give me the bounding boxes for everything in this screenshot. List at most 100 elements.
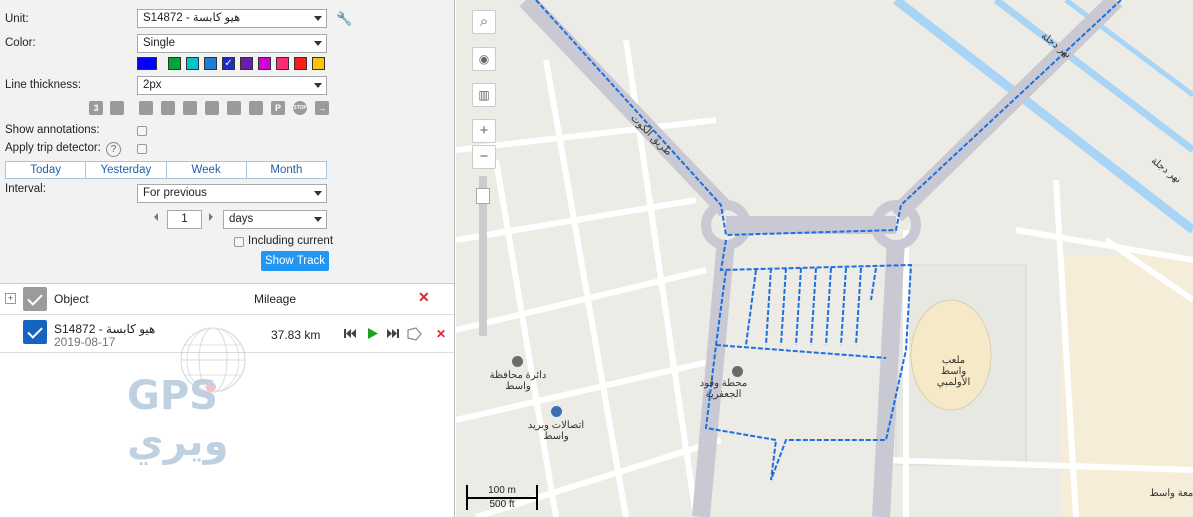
color-swatch[interactable]: [258, 57, 271, 70]
polygon-icon[interactable]: [407, 327, 422, 341]
chevron-down-icon: [314, 83, 322, 88]
poi-icon: [512, 356, 523, 367]
interval-count-value: 1: [181, 213, 188, 225]
stop-icon[interactable]: STOP: [293, 101, 307, 115]
including-current-checkbox[interactable]: [234, 237, 244, 247]
land-area: [1061, 255, 1193, 517]
color-select-value: Single: [143, 37, 175, 49]
minus-icon: −: [479, 148, 489, 165]
arrow-icon[interactable]: →: [315, 101, 329, 115]
search-icon: ⌕: [479, 13, 489, 30]
period-tabs: Today Yesterday Week Month: [5, 161, 327, 179]
color-swatch[interactable]: [168, 57, 181, 70]
tab-yesterday[interactable]: Yesterday: [86, 162, 167, 178]
image-icon[interactable]: [227, 101, 241, 115]
map-label-fuel-station: محطة وقود الجعفرية: [699, 378, 748, 400]
track-checkbox[interactable]: [23, 320, 47, 344]
mileage-column-header: Mileage: [254, 292, 297, 306]
chevron-down-icon: [314, 16, 322, 21]
line-thickness-value: 2px: [143, 79, 162, 91]
map-label-governorate: دائرة محافظة واسط: [489, 370, 547, 392]
event-icon[interactable]: [183, 101, 197, 115]
delete-track-icon[interactable]: ✕: [436, 327, 446, 341]
map-icon: ▥: [478, 88, 490, 102]
3-icon[interactable]: 3: [89, 101, 103, 115]
increment-icon[interactable]: [209, 213, 213, 221]
help-icon[interactable]: ?: [106, 142, 121, 157]
interval-count-input[interactable]: 1: [167, 210, 202, 229]
show-annotations-label: Show annotations:: [5, 124, 100, 136]
zoom-out-button[interactable]: −: [472, 145, 496, 169]
track-date: 2019-08-17: [54, 335, 116, 349]
zoom-in-button[interactable]: +: [472, 119, 496, 143]
fuel-poi-icon: [732, 366, 743, 377]
plus-icon: +: [479, 122, 489, 139]
chevron-down-icon: [314, 217, 322, 222]
play-icon[interactable]: [368, 328, 378, 339]
left-panel: Unit: S14872 - هيو كابسة 🔧 Color: Single…: [0, 0, 455, 517]
map-label-university: جامعة واسط: [1149, 488, 1193, 499]
color-swatch[interactable]: [294, 57, 307, 70]
interval-select-value: For previous: [143, 187, 207, 199]
show-annotations-checkbox[interactable]: [137, 126, 147, 136]
interval-unit-value: days: [229, 213, 254, 225]
color-swatch[interactable]: [186, 57, 199, 70]
unit-select-value: S14872 - هيو كابسة: [143, 12, 241, 24]
delete-all-icon[interactable]: ✕: [418, 289, 430, 306]
track-settings-panel: Unit: S14872 - هيو كابسة 🔧 Color: Single…: [0, 0, 454, 284]
map-search-button[interactable]: ⌕: [472, 10, 496, 34]
map-label-post: اتصالات وبريد واسط: [527, 420, 585, 442]
decrement-icon[interactable]: [154, 213, 158, 221]
eye-icon: ◉: [478, 52, 490, 66]
interval-select[interactable]: For previous: [137, 184, 327, 203]
color-label: Color:: [5, 37, 36, 49]
interval-label: Interval:: [5, 183, 46, 195]
map-layers-button[interactable]: ▥: [472, 83, 496, 107]
interval-unit-select[interactable]: days: [223, 210, 327, 229]
color-swatch[interactable]: [137, 57, 157, 70]
trip-detector-checkbox[interactable]: [137, 144, 147, 154]
fast-forward-icon[interactable]: [387, 329, 399, 338]
expand-all-icon[interactable]: +: [5, 293, 16, 304]
watermark-text: GPS ويري: [127, 373, 229, 465]
map-label-stadium: ملعب واسط الأولمبي: [936, 355, 971, 388]
including-current-label: Including current: [248, 235, 334, 247]
select-all-checkbox[interactable]: [23, 287, 47, 311]
zoom-slider-handle[interactable]: [476, 188, 490, 204]
tab-week[interactable]: Week: [167, 162, 247, 178]
color-swatch[interactable]: [312, 57, 325, 70]
line-thickness-select[interactable]: 2px: [137, 76, 327, 95]
map-visibility-button[interactable]: ◉: [472, 47, 496, 71]
color-swatch[interactable]: [240, 57, 253, 70]
mail-icon: [551, 406, 562, 417]
unit-select[interactable]: S14872 - هيو كابسة: [137, 9, 327, 28]
wrench-icon[interactable]: 🔧: [336, 11, 352, 27]
map-view[interactable]: ⌕ ◉ ▥ + − دائرة محافظة واسط اتصالات وبري…: [456, 0, 1193, 517]
rewind-icon[interactable]: [344, 329, 356, 338]
show-track-button[interactable]: Show Track: [261, 251, 329, 271]
playback-controls: [344, 327, 422, 341]
line-thickness-label: Line thickness:: [5, 79, 82, 91]
color-swatch[interactable]: [276, 57, 289, 70]
color-select[interactable]: Single: [137, 34, 327, 53]
trip-detector-label: Apply trip detector:: [5, 142, 101, 154]
chevron-down-icon: [314, 191, 322, 196]
tab-today[interactable]: Today: [6, 162, 87, 178]
video-icon[interactable]: [249, 101, 263, 115]
fuel-icon[interactable]: [139, 101, 153, 115]
color-swatch[interactable]: ✓: [222, 57, 235, 70]
chevron-down-icon: [314, 41, 322, 46]
tab-month[interactable]: Month: [247, 162, 326, 178]
object-column-header: Object: [54, 292, 89, 306]
scale-metric: 100 m: [466, 485, 538, 499]
track-list-header: + Object Mileage ✕: [0, 284, 454, 315]
unit-label: Unit:: [5, 13, 29, 25]
flags-icon[interactable]: [110, 101, 124, 115]
color-swatch[interactable]: [204, 57, 217, 70]
map-scale: 100 m 500 ft: [466, 485, 538, 511]
speed-icon[interactable]: [161, 101, 175, 115]
flag-icon[interactable]: [205, 101, 219, 115]
scale-imperial: 500 ft: [466, 499, 538, 510]
parking-icon[interactable]: P: [271, 101, 285, 115]
company-logo-watermark: GPS ويري: [125, 315, 305, 465]
